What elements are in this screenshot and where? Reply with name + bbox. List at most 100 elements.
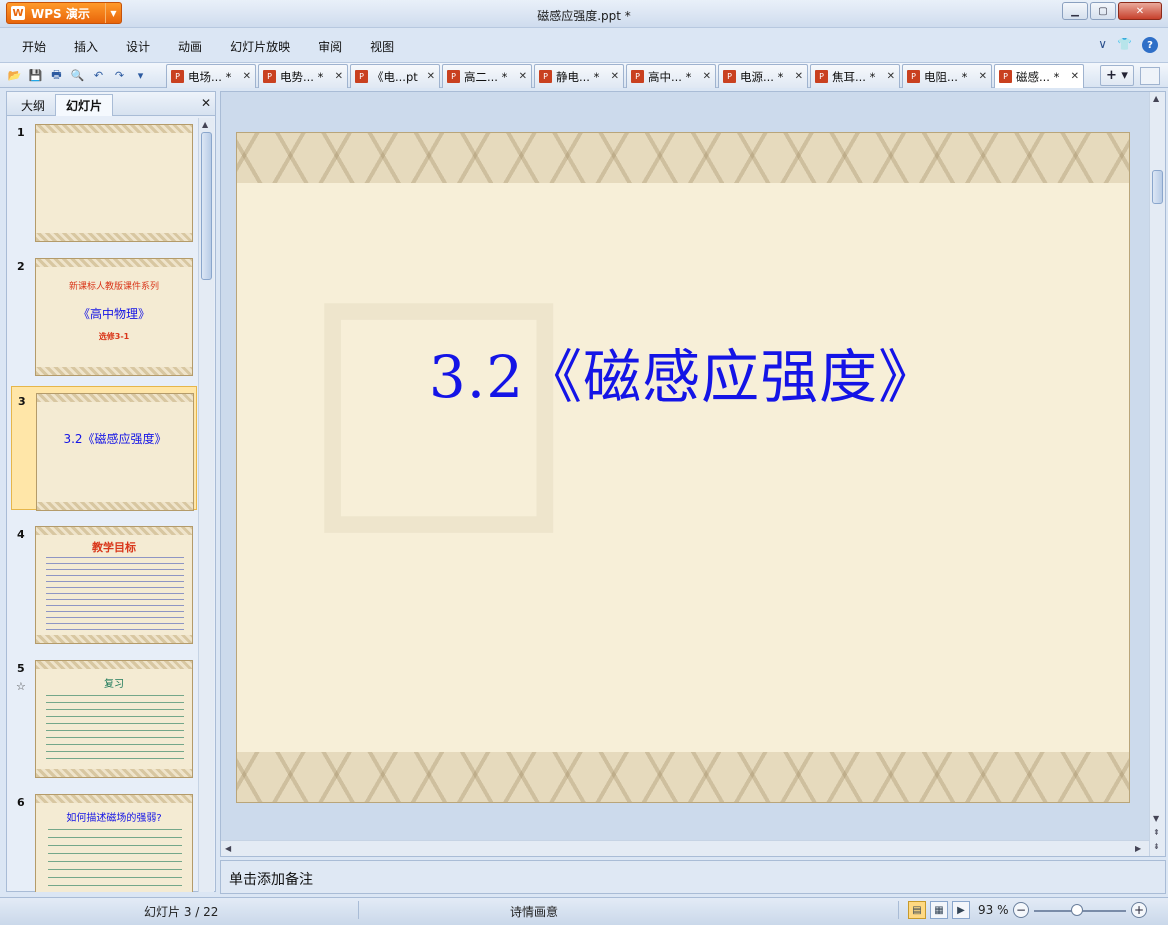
- slide-thumbnail-1[interactable]: 1: [11, 118, 197, 242]
- scroll-up-icon[interactable]: ▲: [1153, 94, 1159, 103]
- doc-tab[interactable]: P 电源... * ✕: [718, 64, 808, 88]
- menu-slideshow[interactable]: 幻灯片放映: [216, 38, 304, 55]
- slide-title[interactable]: 3.2《磁感应强度》: [237, 330, 1129, 414]
- scroll-right-icon[interactable]: ▶: [1135, 844, 1141, 853]
- scrollbar-thumb[interactable]: [1152, 170, 1163, 204]
- status-bar: 幻灯片 3 / 22 诗情画意 ▤ ▦ ▶ 93 % − +: [0, 897, 1168, 925]
- close-tab-icon[interactable]: ✕: [335, 71, 343, 82]
- maximize-button[interactable]: ▢: [1090, 2, 1116, 20]
- normal-view-icon[interactable]: ▤: [908, 901, 926, 919]
- slide-preview: 教学目标: [35, 526, 193, 644]
- slide-canvas[interactable]: □ 3.2《磁感应强度》: [236, 132, 1130, 803]
- collapse-ribbon-icon[interactable]: ∨: [1098, 37, 1107, 53]
- slide-thumbnail-6[interactable]: 6 如何描述磁场的强弱?: [11, 788, 197, 892]
- doc-tab[interactable]: P 电场... * ✕: [166, 64, 256, 88]
- print-icon[interactable]: 🖶: [48, 67, 65, 84]
- theme-name: 诗情画意: [510, 905, 559, 919]
- tab-outline[interactable]: 大纲: [11, 94, 55, 116]
- skin-icon[interactable]: 👕: [1117, 37, 1132, 53]
- doc-tab-label: 磁感... *: [1016, 69, 1060, 84]
- slides-pane-scrollbar[interactable]: ▲: [198, 118, 214, 892]
- slide-thumbnail-3[interactable]: 3 3.2《磁感应强度》: [11, 386, 197, 511]
- ppt-file-icon: P: [907, 70, 920, 83]
- close-tab-icon[interactable]: ✕: [795, 71, 803, 82]
- redo-icon[interactable]: ↷: [111, 67, 128, 84]
- close-tab-icon[interactable]: ✕: [979, 71, 987, 82]
- thumb-text-lines: [46, 557, 184, 637]
- scrollbar-thumb[interactable]: [201, 132, 212, 280]
- ppt-file-icon: P: [999, 70, 1012, 83]
- next-slide-icon[interactable]: ⇟: [1153, 842, 1160, 851]
- doc-tab-active[interactable]: P 磁感... * ✕: [994, 64, 1084, 88]
- close-tab-icon[interactable]: ✕: [427, 71, 435, 82]
- ppt-file-icon: P: [539, 70, 552, 83]
- window-title: 磁感应强度.ppt *: [537, 9, 631, 23]
- menu-view[interactable]: 视图: [356, 38, 408, 55]
- scroll-left-icon[interactable]: ◀: [225, 844, 231, 853]
- doc-tab[interactable]: P 电阻... * ✕: [902, 64, 992, 88]
- slide-number: 1: [17, 126, 25, 139]
- notes-pane[interactable]: 单击添加备注: [220, 860, 1166, 894]
- doc-tab[interactable]: P 静电... * ✕: [534, 64, 624, 88]
- close-tab-icon[interactable]: ✕: [887, 71, 895, 82]
- close-tab-icon[interactable]: ✕: [1071, 71, 1079, 82]
- slideshow-view-icon[interactable]: ▶: [952, 901, 970, 919]
- print-preview-icon[interactable]: 🔍: [69, 67, 86, 84]
- thumb-text: 3.2《磁感应强度》: [63, 432, 167, 446]
- tab-list-button[interactable]: [1140, 67, 1160, 85]
- doc-tab[interactable]: P 《电...pt ✕: [350, 64, 440, 88]
- slide-thumbnail-5[interactable]: 5 ☆ 复习: [11, 654, 197, 778]
- editor-vertical-scrollbar[interactable]: ▲ ▼ ⇞ ⇟: [1149, 92, 1165, 856]
- thumb-text: 选修3-1: [98, 332, 130, 341]
- quick-access-toolbar: 📂 💾 🖶 🔍 ↶ ↷ ▾ P 电场... * ✕ P 电势... * ✕ P 《电...…: [0, 62, 1168, 88]
- zoom-level[interactable]: 93 %: [978, 903, 1009, 917]
- previous-slide-icon[interactable]: ⇞: [1153, 828, 1160, 837]
- animation-star-icon: ☆: [16, 680, 26, 693]
- tab-slides[interactable]: 幻灯片: [55, 94, 114, 116]
- thumb-text: 新课标人教版课件系列: [68, 282, 159, 292]
- notes-placeholder[interactable]: 单击添加备注: [229, 869, 313, 889]
- thumb-text: 《高中物理》: [77, 307, 150, 321]
- ppt-file-icon: P: [263, 70, 276, 83]
- doc-tab[interactable]: P 焦耳... * ✕: [810, 64, 900, 88]
- zoom-slider-handle[interactable]: [1071, 904, 1083, 916]
- zoom-out-button[interactable]: −: [1013, 902, 1029, 918]
- new-tab-button[interactable]: + ▾: [1100, 65, 1134, 86]
- zoom-in-button[interactable]: +: [1131, 902, 1147, 918]
- help-icon[interactable]: ?: [1142, 37, 1158, 53]
- thumb-text: 如何描述磁场的强弱?: [66, 813, 162, 824]
- slide-thumbnail-2[interactable]: 2 新课标人教版课件系列 《高中物理》 选修3-1: [11, 252, 197, 376]
- doc-tab[interactable]: P 高中... * ✕: [626, 64, 716, 88]
- scroll-up-icon[interactable]: ▲: [202, 120, 208, 129]
- doc-tab-label: 《电...pt: [372, 69, 418, 84]
- customize-toolbar-icon[interactable]: ▾: [132, 67, 149, 84]
- menu-insert[interactable]: 插入: [60, 38, 112, 55]
- ppt-file-icon: P: [447, 70, 460, 83]
- slide-preview: 新课标人教版课件系列 《高中物理》 选修3-1: [35, 258, 193, 376]
- menu-home[interactable]: 开始: [0, 38, 60, 55]
- slide-thumbnail-4[interactable]: 4 教学目标: [11, 520, 197, 644]
- doc-tab-label: 电势... *: [280, 69, 324, 84]
- doc-tab[interactable]: P 电势... * ✕: [258, 64, 348, 88]
- close-window-button[interactable]: ✕: [1118, 2, 1162, 20]
- save-icon[interactable]: 💾: [27, 67, 44, 84]
- doc-tab-label: 焦耳... *: [832, 69, 876, 84]
- close-tab-icon[interactable]: ✕: [519, 71, 527, 82]
- doc-tab[interactable]: P 高二... * ✕: [442, 64, 532, 88]
- close-tab-icon[interactable]: ✕: [611, 71, 619, 82]
- slide-sorter-view-icon[interactable]: ▦: [930, 901, 948, 919]
- minimize-button[interactable]: ▁: [1062, 2, 1088, 20]
- doc-tab-label: 电源... *: [740, 69, 784, 84]
- close-tab-icon[interactable]: ✕: [243, 71, 251, 82]
- scroll-down-icon[interactable]: ▼: [1153, 814, 1159, 823]
- close-pane-icon[interactable]: ✕: [201, 96, 211, 110]
- editor-horizontal-scrollbar[interactable]: ◀ ▶: [221, 840, 1149, 856]
- open-folder-icon[interactable]: 📂: [6, 67, 23, 84]
- slide-number: 2: [17, 260, 25, 273]
- menu-design[interactable]: 设计: [112, 38, 164, 55]
- menu-review[interactable]: 审阅: [304, 38, 356, 55]
- menu-animation[interactable]: 动画: [164, 38, 216, 55]
- slide-preview: 复习: [35, 660, 193, 778]
- close-tab-icon[interactable]: ✕: [703, 71, 711, 82]
- undo-icon[interactable]: ↶: [90, 67, 107, 84]
